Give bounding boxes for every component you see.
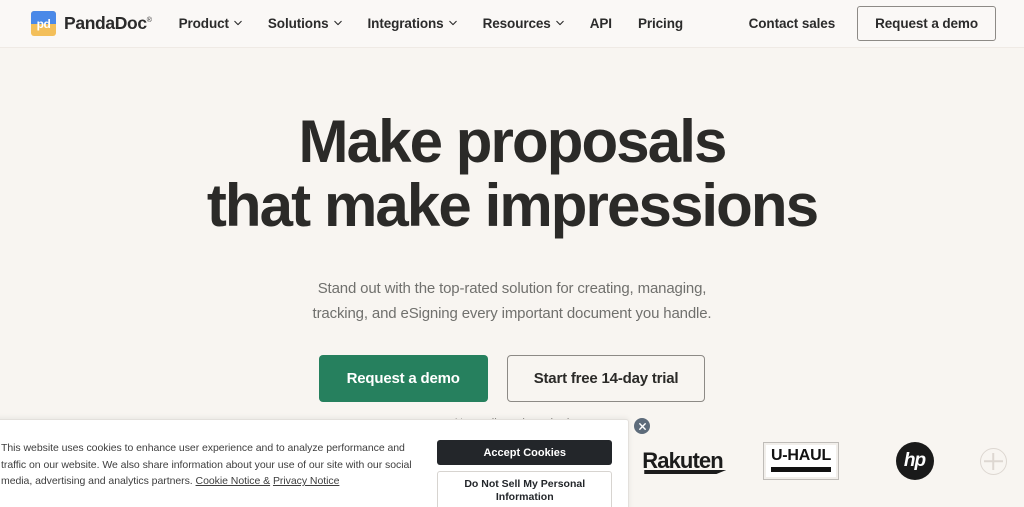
brand-name-text: PandaDoc <box>64 13 147 33</box>
hero-section: Make proposals that make impressions Sta… <box>0 48 1024 431</box>
logo-rakuten-label: Rakuten <box>642 448 723 473</box>
contact-sales-link[interactable]: Contact sales <box>749 16 836 31</box>
cookie-consent-banner: This website uses cookies to enhance use… <box>0 419 629 507</box>
nav-item-integrations[interactable]: Integrations <box>368 16 457 31</box>
logo-hp: hp <box>867 432 962 490</box>
logo-uhaul: U-HAUL <box>735 432 867 490</box>
chevron-down-icon <box>333 19 342 27</box>
brand-name: PandaDoc® <box>64 13 152 34</box>
hero-subtitle-line1: Stand out with the top-rated solution fo… <box>317 280 707 297</box>
logo-placeholder-icon <box>979 447 1007 475</box>
privacy-notice-link[interactable]: Privacy Notice <box>273 475 339 487</box>
hero-start-trial-button[interactable]: Start free 14-day trial <box>506 355 706 402</box>
logo-uhaul-label: U-HAUL <box>770 447 832 465</box>
nav-item-pricing-label: Pricing <box>637 16 683 31</box>
logo-rakuten-underline <box>644 470 727 474</box>
main-navigation: Product Solutions Integrations Resources <box>179 16 684 31</box>
cookie-banner-text: This website uses cookies to enhance use… <box>1 440 423 490</box>
logo-hp-label: hp <box>903 449 926 471</box>
page-title: Make proposals that make impressions <box>0 110 1024 238</box>
accept-cookies-button[interactable]: Accept Cookies <box>437 440 612 465</box>
nav-item-solutions-label: Solutions <box>267 16 329 31</box>
nav-item-api[interactable]: API <box>590 16 612 31</box>
brand-logo[interactable]: pd PandaDoc® <box>31 11 152 36</box>
chevron-down-icon <box>448 19 457 27</box>
hero-cta-group: Request a demo Start free 14-day trial <box>0 355 1024 402</box>
chevron-down-icon <box>555 19 564 27</box>
pandadoc-logo-icon: pd <box>31 11 56 36</box>
logo-rakuten: Rakuten <box>630 432 735 490</box>
registered-mark: ® <box>146 17 152 25</box>
cookie-notice-link[interactable]: Cookie Notice & <box>196 475 271 487</box>
logo-uhaul-bar <box>770 466 832 472</box>
nav-item-integrations-label: Integrations <box>367 16 444 31</box>
site-header: pd PandaDoc® Product Solutions Integrati… <box>0 0 1024 48</box>
nav-item-api-label: API <box>589 16 612 31</box>
header-actions: Contact sales Request a demo <box>749 6 996 41</box>
nav-item-resources[interactable]: Resources <box>483 16 564 31</box>
hero-subtitle-line2: tracking, and eSigning every important d… <box>312 305 712 322</box>
hero-title-line1: Make proposals <box>298 108 728 175</box>
logo-placeholder <box>962 432 1024 490</box>
hero-subtitle: Stand out with the top-rated solution fo… <box>0 276 1024 326</box>
logo-monogram: pd <box>36 16 51 31</box>
hero-title-line2: that make impressions <box>206 172 819 239</box>
header-request-demo-button[interactable]: Request a demo <box>857 6 996 41</box>
nav-item-product-label: Product <box>178 16 229 31</box>
nav-item-resources-label: Resources <box>482 16 551 31</box>
chevron-down-icon <box>234 19 242 27</box>
nav-item-product[interactable]: Product <box>179 16 242 31</box>
do-not-sell-button[interactable]: Do Not Sell My Personal Information <box>437 471 612 507</box>
cookie-banner-actions: Accept Cookies Do Not Sell My Personal I… <box>437 440 612 507</box>
hero-request-demo-button[interactable]: Request a demo <box>318 355 488 402</box>
close-circle-icon[interactable] <box>634 418 650 434</box>
nav-item-pricing[interactable]: Pricing <box>638 16 683 31</box>
nav-item-solutions[interactable]: Solutions <box>268 16 342 31</box>
